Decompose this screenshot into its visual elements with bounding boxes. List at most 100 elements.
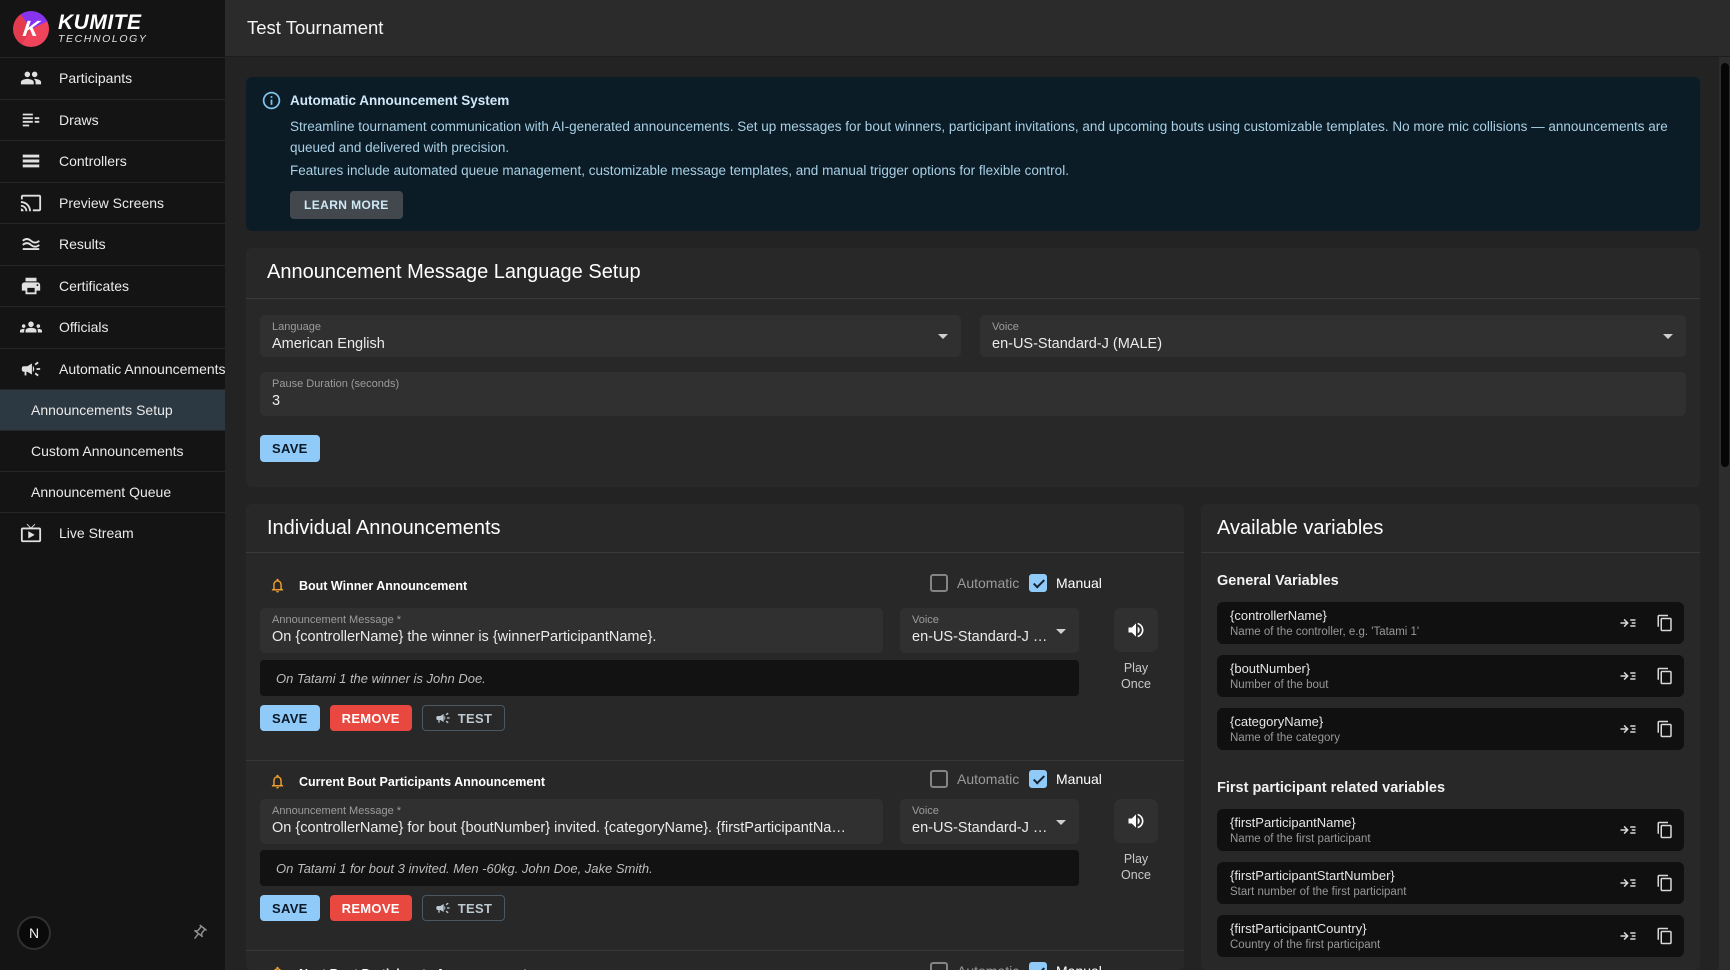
- chevron-down-icon: [1056, 820, 1066, 825]
- available-variables-title: Available variables: [1217, 517, 1383, 540]
- live-tv-icon: [20, 522, 42, 544]
- main-content: Automatic Announcement System Streamline…: [225, 57, 1730, 970]
- sidebar-item-participants[interactable]: Participants: [0, 57, 225, 99]
- variable-card-boutNumber: {boutNumber} Number of the bout: [1217, 655, 1684, 697]
- chevron-down-icon: [1056, 629, 1066, 634]
- brand-logo: K KUMITE TECHNOLOGY: [0, 0, 225, 57]
- manual-checkbox[interactable]: Manual: [1029, 770, 1102, 788]
- language-setup-card: Announcement Message Language Setup Lang…: [246, 248, 1700, 487]
- variable-card-firstParticipantCountry: {firstParticipantCountry} Country of the…: [1217, 915, 1684, 957]
- manual-checkbox[interactable]: Manual: [1029, 962, 1102, 970]
- remove-button[interactable]: REMOVE: [330, 705, 412, 731]
- sidebar-item-draws[interactable]: Draws: [0, 99, 225, 141]
- insert-variable-icon[interactable]: [1619, 927, 1637, 945]
- save-language-button[interactable]: SAVE: [260, 435, 320, 462]
- speaker-icon: [1126, 620, 1146, 640]
- play-once-label: Play Once: [1112, 851, 1160, 883]
- sidebar-item-live-stream[interactable]: Live Stream: [0, 512, 225, 554]
- sidebar-item-results[interactable]: Results: [0, 223, 225, 265]
- language-select[interactable]: Language American English: [260, 315, 961, 357]
- sidebar-item-certificates[interactable]: Certificates: [0, 265, 225, 307]
- copy-icon[interactable]: [1656, 821, 1674, 839]
- announcement-message-input[interactable]: Announcement Message * On {controllerNam…: [260, 608, 883, 653]
- automatic-checkbox[interactable]: Automatic: [930, 962, 1019, 970]
- announcement-block-current-bout: Current Bout Participants Announcement A…: [246, 761, 1184, 951]
- save-button[interactable]: SAVE: [260, 705, 320, 731]
- sidebar-item-preview-screens[interactable]: Preview Screens: [0, 182, 225, 224]
- automatic-checkbox[interactable]: Automatic: [930, 770, 1019, 788]
- banner-title: Automatic Announcement System: [290, 93, 509, 108]
- test-button[interactable]: TEST: [422, 895, 505, 921]
- info-banner: Automatic Announcement System Streamline…: [246, 77, 1700, 231]
- sidebar-item-announcement-queue[interactable]: Announcement Queue: [0, 471, 225, 512]
- banner-text-1: Streamline tournament communication with…: [290, 117, 1680, 158]
- variable-group-heading: First participant related variables: [1217, 780, 1684, 796]
- list-icon: [20, 109, 42, 131]
- voice-select[interactable]: Voice en-US-Standard-J (MALE): [900, 799, 1079, 844]
- brand-name: KUMITE: [58, 13, 148, 33]
- sidebar-item-controllers[interactable]: Controllers: [0, 140, 225, 182]
- page-title: Test Tournament: [247, 17, 383, 39]
- variable-card-firstParticipantStartNumber: {firstParticipantStartNumber} Start numb…: [1217, 862, 1684, 904]
- bell-icon: [269, 773, 286, 790]
- scrollbar-track[interactable]: [1719, 57, 1730, 970]
- voice-select[interactable]: Voice en-US-Standard-J (MALE): [980, 315, 1686, 357]
- announcement-preview: On Tatami 1 the winner is John Doe.: [260, 660, 1079, 696]
- test-button[interactable]: TEST: [422, 705, 505, 731]
- pin-sidebar-icon[interactable]: [186, 920, 211, 945]
- megaphone-icon: [435, 900, 451, 916]
- variable-card-controllerName: {controllerName} Name of the controller,…: [1217, 602, 1684, 644]
- sidebar-item-custom-announcements[interactable]: Custom Announcements: [0, 430, 225, 471]
- play-once-button[interactable]: [1114, 608, 1158, 652]
- remove-button[interactable]: REMOVE: [330, 895, 412, 921]
- user-avatar[interactable]: N: [17, 916, 51, 950]
- automatic-checkbox[interactable]: Automatic: [930, 574, 1019, 592]
- brand-tagline: TECHNOLOGY: [58, 33, 148, 45]
- announcement-name: Current Bout Participants Announcement: [299, 775, 545, 789]
- sidebar-item-officials[interactable]: Officials: [0, 306, 225, 348]
- kumite-logo-icon: K: [13, 11, 49, 47]
- copy-icon[interactable]: [1656, 720, 1674, 738]
- insert-variable-icon[interactable]: [1619, 720, 1637, 738]
- waves-icon: [20, 233, 42, 255]
- cast-icon: [20, 192, 42, 214]
- groups-icon: [20, 316, 42, 338]
- sidebar: K KUMITE TECHNOLOGY Participants Draws C…: [0, 0, 225, 970]
- copy-icon[interactable]: [1656, 874, 1674, 892]
- variable-group-heading: General Variables: [1217, 573, 1684, 589]
- banner-text-2: Features include automated queue managem…: [290, 163, 1680, 178]
- sidebar-item-announcements-setup[interactable]: Announcements Setup: [0, 389, 225, 430]
- bell-icon: [269, 577, 286, 594]
- individual-announcements-card: Individual Announcements Bout Winner Ann…: [246, 504, 1184, 970]
- people-icon: [20, 67, 42, 89]
- insert-variable-icon[interactable]: [1619, 821, 1637, 839]
- variable-card-categoryName: {categoryName} Name of the category: [1217, 708, 1684, 750]
- voice-select[interactable]: Voice en-US-Standard-J (MALE): [900, 608, 1079, 653]
- announcement-message-input[interactable]: Announcement Message * On {controllerNam…: [260, 799, 883, 844]
- copy-icon[interactable]: [1656, 667, 1674, 685]
- insert-variable-icon[interactable]: [1619, 874, 1637, 892]
- insert-variable-icon[interactable]: [1619, 614, 1637, 632]
- rows-icon: [20, 150, 42, 172]
- checkbox-checked: [1029, 962, 1047, 970]
- pause-duration-input[interactable]: Pause Duration (seconds) 3: [260, 372, 1686, 416]
- insert-variable-icon[interactable]: [1619, 667, 1637, 685]
- checkbox-checked: [1029, 574, 1047, 592]
- scrollbar-thumb[interactable]: [1721, 63, 1729, 467]
- manual-checkbox[interactable]: Manual: [1029, 574, 1102, 592]
- megaphone-icon: [20, 358, 42, 380]
- sidebar-item-automatic-announcements[interactable]: Automatic Announcements: [0, 348, 225, 390]
- checkbox-unchecked: [930, 574, 948, 592]
- available-variables-card: Available variables General Variables {c…: [1201, 504, 1700, 970]
- top-bar: Test Tournament: [225, 0, 1730, 57]
- learn-more-button[interactable]: LEARN MORE: [290, 191, 403, 219]
- language-setup-title: Announcement Message Language Setup: [267, 261, 641, 284]
- copy-icon[interactable]: [1656, 927, 1674, 945]
- variable-card-firstParticipantName: {firstParticipantName} Name of the first…: [1217, 809, 1684, 851]
- bell-icon: [269, 965, 286, 970]
- announcement-name: Bout Winner Announcement: [299, 579, 467, 593]
- play-once-button[interactable]: [1114, 799, 1158, 843]
- speaker-icon: [1126, 811, 1146, 831]
- save-button[interactable]: SAVE: [260, 895, 320, 921]
- copy-icon[interactable]: [1656, 614, 1674, 632]
